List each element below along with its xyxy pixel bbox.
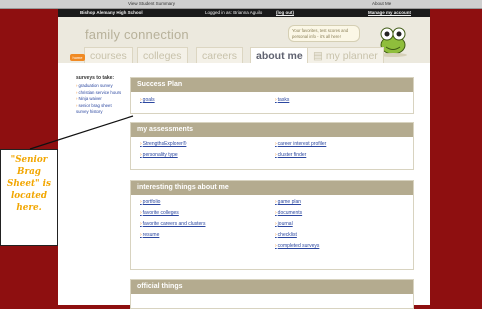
success-plan-title: Success Plan [131,78,413,92]
cluster-finder-label: cluster finder [277,152,307,158]
arrow-icon: › [275,152,277,158]
logged-in-label: Logged in as: Brianna Aguilo [205,10,263,15]
sidebar-item-label: graduation survey [78,83,113,88]
tasks-link[interactable]: ›tasks [275,97,289,103]
home-button[interactable]: home [70,54,85,61]
sidebar-item-senior-brag-sheet[interactable]: ›senior brag sheet [76,103,126,108]
survey-history-link[interactable]: survey history [76,109,126,114]
assessments-panel: my assessments ›StrengthsExplorer® ›pers… [130,122,414,170]
arrow-icon: › [140,97,142,103]
main-tabs: courses colleges careers about me ▤ my p… [58,47,430,63]
brand-logo-text: family connection [85,27,189,42]
logout-link[interactable]: (log out) [276,9,294,17]
tab-my-planner-label: my planner [325,50,378,62]
assessments-title: my assessments [131,123,413,137]
arrow-icon: › [275,210,277,216]
tab-about-me[interactable]: about me [250,47,309,63]
game-plan-label: game plan [277,199,302,205]
goals-link[interactable]: ›goals [140,97,155,103]
personality-type-label: personality type [142,152,178,158]
arrow-icon: › [140,221,142,227]
journal-label: journal [277,221,293,227]
completed-surveys-link[interactable]: ›completed surveys [275,243,319,249]
header: family connection Your favorites, test s… [58,17,430,63]
tab-my-planner[interactable]: ▤ my planner [307,47,384,63]
arrow-icon: › [275,199,277,205]
strengths-explorer-link[interactable]: ›StrengthsExplorer® [140,141,186,147]
personality-type-link[interactable]: ›personality type [140,152,178,158]
sidebar-item-graduation-survey[interactable]: ›graduation survey [76,83,126,88]
arrow-icon: › [275,243,277,249]
planner-icon: ▤ [313,50,326,62]
favorite-careers-link[interactable]: ›favorite careers and clusters [140,221,205,227]
school-name: Bishop Alemany High School [80,10,143,15]
goals-label: goals [142,97,155,103]
account-bar: Bishop Alemany High School Logged in as:… [58,9,430,17]
tab-careers[interactable]: careers [196,47,244,63]
game-plan-link[interactable]: ›game plan [275,199,301,205]
arrow-icon: › [275,97,277,103]
resume-label: resume [142,232,160,238]
manage-account-link[interactable]: Manage my account [368,9,411,17]
portfolio-label: portfolio [142,199,161,205]
career-interest-profiler-label: career interest profiler [277,141,327,147]
browser-tab-right[interactable]: About Me [372,0,391,8]
checklist-link[interactable]: ›checklist [275,232,297,238]
sidebar-item-label: senior brag sheet [78,102,112,108]
browser-tab-bar: View Student Summary About Me [0,0,482,9]
sidebar-item-label: Ninja waiver [78,96,102,101]
official-things-title: official things [131,280,413,294]
arrow-icon: › [140,152,142,158]
sidebar-item-label: christian service hours [78,89,122,95]
completed-surveys-label: completed surveys [277,243,320,249]
arrow-icon: › [140,232,142,238]
success-plan-panel: Success Plan ›goals ›tasks [130,77,414,114]
speech-bubble: Your favorites, test scores and personal… [288,25,360,42]
tab-colleges[interactable]: colleges [137,47,188,63]
tasks-label: tasks [277,97,290,103]
arrow-icon: › [140,210,142,216]
favorite-careers-label: favorite careers and clusters [142,221,206,227]
arrow-icon: › [140,199,142,205]
callout-text: "Senior Brag Sheet" is located here. [7,155,51,213]
documents-label: documents [277,210,303,216]
favorite-colleges-link[interactable]: ›favorite colleges [140,210,179,216]
sidebar-surveys: surveys to take: ›graduation survey ›chr… [76,75,126,116]
documents-link[interactable]: ›documents [275,210,302,216]
resume-link[interactable]: ›resume [140,232,159,238]
favorite-colleges-label: favorite colleges [142,210,179,216]
sidebar-item-christian-service-hours[interactable]: ›christian service hours [76,90,126,95]
interesting-things-title: interesting things about me [131,181,413,195]
arrow-icon: › [275,221,277,227]
tab-courses[interactable]: courses [84,47,133,63]
cluster-finder-link[interactable]: ›cluster finder [275,152,306,158]
arrow-icon: › [275,232,277,238]
arrow-icon: › [140,141,142,147]
sidebar-title: surveys to take: [76,75,115,81]
page-content: family connection Your favorites, test s… [58,17,430,309]
arrow-icon: › [275,141,277,147]
sidebar-item-ninja-waiver[interactable]: ›Ninja waiver [76,96,126,101]
career-interest-profiler-link[interactable]: ›career interest profiler [275,141,326,147]
checklist-label: checklist [277,232,297,238]
interesting-things-panel: interesting things about me ›portfolio ›… [130,180,414,270]
portfolio-link[interactable]: ›portfolio [140,199,160,205]
strengths-explorer-label: StrengthsExplorer® [142,141,187,147]
browser-tab-left[interactable]: View Student Summary [128,0,175,8]
journal-link[interactable]: ›journal [275,221,293,227]
